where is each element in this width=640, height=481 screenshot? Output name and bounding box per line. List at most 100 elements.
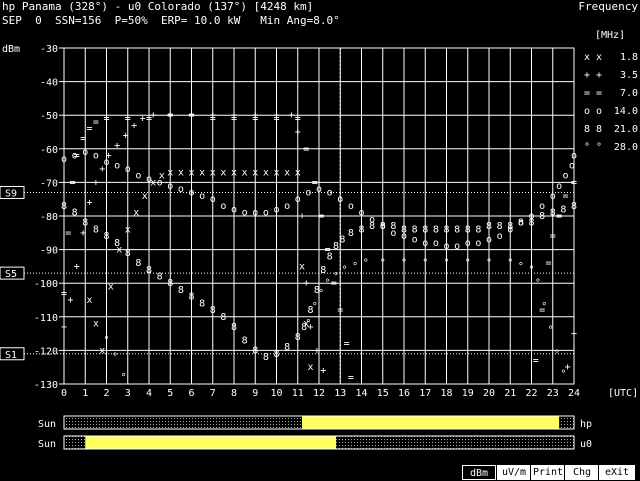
legend-label: 3.5 [620, 70, 638, 81]
s-marker-label: S5 [5, 269, 17, 280]
legend-marker: x x [584, 52, 602, 63]
legend-marker: o o [584, 106, 602, 117]
x-tick-label: 0 [61, 388, 67, 399]
data-point: 8 [295, 332, 301, 343]
data-point: + [303, 278, 309, 289]
x-tick-label: 10 [270, 388, 282, 399]
menu-chg-button[interactable]: Chg [564, 465, 599, 480]
data-point: ° [548, 325, 554, 336]
data-point: 8 [507, 221, 513, 232]
legend-label: 1.8 [620, 52, 638, 63]
data-point: 8 [433, 224, 439, 235]
data-point: + [61, 322, 67, 333]
data-point: o [82, 147, 88, 158]
x-tick-label: 9 [252, 388, 258, 399]
data-point: o [422, 238, 428, 249]
data-point: 8 [412, 224, 418, 235]
x-tick-label: 3 [125, 388, 131, 399]
data-point: o [167, 181, 173, 192]
data-point: 8 [220, 312, 226, 323]
data-point: + [86, 198, 92, 209]
data-point: ° [312, 302, 318, 313]
data-point: = [125, 114, 131, 125]
data-point: = [318, 211, 324, 222]
data-point: ° [352, 261, 358, 272]
menu-dbm-button[interactable]: dBm [462, 465, 496, 480]
y-tick-label: -30 [40, 44, 58, 55]
data-point: 8 [167, 278, 173, 289]
data-point: + [67, 295, 73, 306]
x-tick-label: 23 [547, 388, 559, 399]
y-tick-label: -70 [40, 178, 58, 189]
data-point: 8 [82, 218, 88, 229]
data-point: o [475, 238, 481, 249]
data-point: o [305, 187, 311, 198]
legend-label: 28.0 [614, 142, 638, 153]
data-point: = [252, 114, 258, 125]
data-point: o [103, 157, 109, 168]
data-point: x [142, 191, 148, 202]
data-point: 8 [273, 349, 279, 360]
data-point: ° [324, 278, 330, 289]
data-point: o [178, 184, 184, 195]
x-tick-label: 24 [568, 388, 580, 399]
y-tick-label: -40 [40, 78, 58, 89]
data-point: o [327, 187, 333, 198]
data-point: ° [341, 265, 347, 276]
x-tick-label: 11 [292, 388, 304, 399]
data-point: = [273, 114, 279, 125]
data-point: o [263, 208, 269, 219]
data-point: + [299, 211, 305, 222]
x-tick-label: 7 [210, 388, 216, 399]
data-point: ° [401, 258, 407, 269]
sun-label: Sun [38, 419, 56, 430]
x-tick-label: 1 [82, 388, 88, 399]
data-point: 8 [320, 265, 326, 276]
data-point: = [562, 191, 568, 202]
x-tick-label: 6 [188, 388, 194, 399]
data-point: 8 [242, 335, 248, 346]
data-point: 8 [475, 224, 481, 235]
data-point: o [454, 241, 460, 252]
data-point: o [284, 201, 290, 212]
data-point: ° [507, 258, 513, 269]
data-point: o [316, 184, 322, 195]
data-point: 8 [369, 221, 375, 232]
data-point: + [114, 140, 120, 151]
data-point: + [80, 228, 86, 239]
legend-marker: 8 8 [584, 124, 602, 135]
data-point: = [61, 288, 67, 299]
x-tick-label: 8 [231, 388, 237, 399]
data-point: x [178, 167, 184, 178]
legend-marker: + + [584, 70, 602, 81]
data-point: o [157, 177, 163, 188]
legend-marker: = = [584, 88, 602, 99]
s-marker-label: S9 [5, 188, 17, 199]
data-point: 8 [528, 218, 534, 229]
data-point: = [571, 177, 577, 188]
data-point: 8 [422, 224, 428, 235]
data-point: ° [363, 258, 369, 269]
menu-print-button[interactable]: Print [530, 465, 565, 480]
y-tick-label: -80 [40, 212, 58, 223]
menu-uvm-button[interactable]: uV/m [496, 465, 531, 480]
legend-label: 7.0 [620, 88, 638, 99]
data-point: 8 [263, 352, 269, 363]
menu-exit-button[interactable]: eXit [598, 465, 635, 480]
data-point: 8 [327, 251, 333, 262]
data-point: ° [554, 349, 560, 360]
data-point: 8 [210, 305, 216, 316]
data-point: 8 [443, 224, 449, 235]
y-tick-label: -50 [40, 111, 58, 122]
data-point: 8 [103, 231, 109, 242]
data-point: 8 [358, 224, 364, 235]
x-tick-label: 22 [525, 388, 537, 399]
data-point: 8 [146, 265, 152, 276]
legend-title: [MHz] [595, 30, 625, 41]
data-point: ° [443, 258, 449, 269]
data-point: o [348, 201, 354, 212]
data-point: o [556, 181, 562, 192]
data-point: 8 [390, 221, 396, 232]
x-tick-label: 5 [167, 388, 173, 399]
x-tick-label: 18 [440, 388, 452, 399]
